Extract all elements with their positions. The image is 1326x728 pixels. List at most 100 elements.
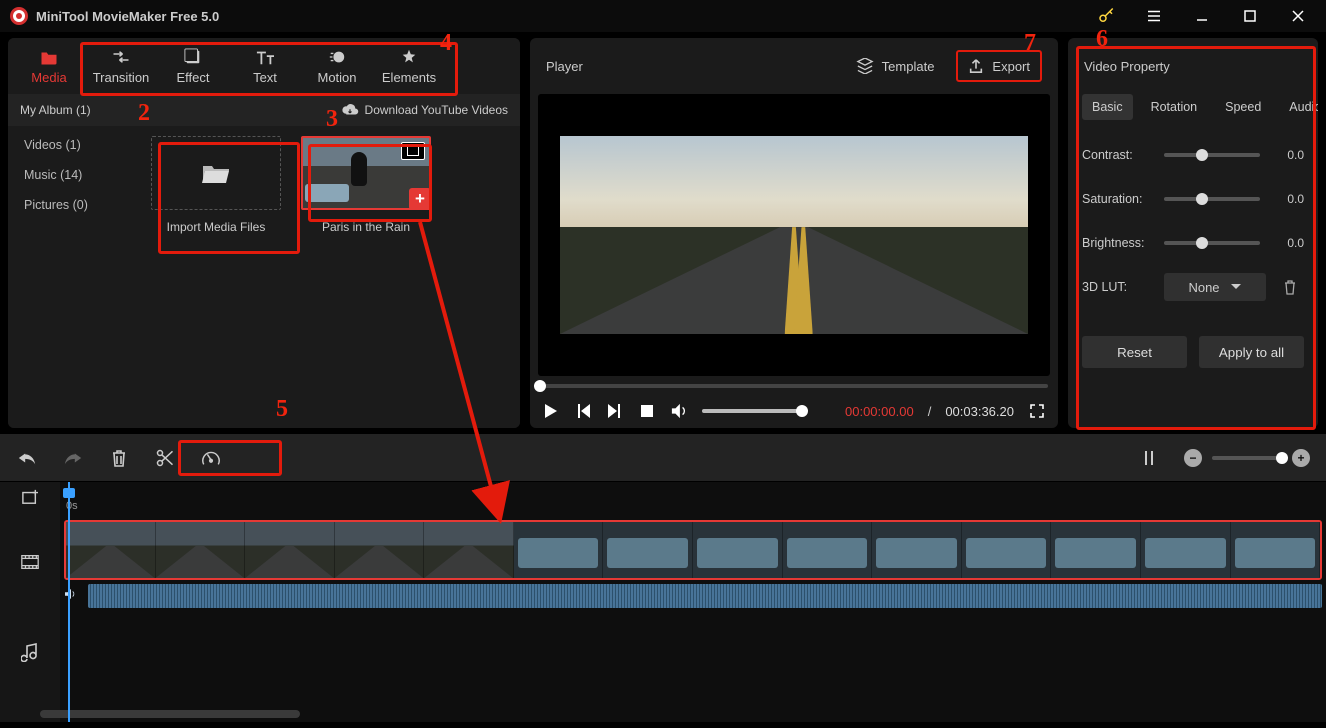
apply-all-button[interactable]: Apply to all (1199, 336, 1304, 368)
media-panel: Media Transition Effect Text (8, 38, 520, 428)
mode-tab-transition[interactable]: Transition (86, 41, 156, 91)
video-badge-icon (401, 142, 425, 160)
chevron-down-icon (1230, 283, 1242, 291)
add-clip-button[interactable]: + (409, 188, 431, 210)
playhead[interactable] (68, 482, 70, 722)
volume-slider[interactable] (702, 409, 802, 413)
volume-icon[interactable] (670, 402, 688, 420)
timeline-tracks[interactable]: 0s (60, 482, 1326, 722)
sidebar-item-pictures[interactable]: Pictures (0) (8, 190, 138, 220)
mode-label: Media (31, 70, 66, 85)
download-youtube-label: Download YouTube Videos (365, 103, 508, 117)
prop-tab-speed[interactable]: Speed (1215, 94, 1271, 120)
property-panel: Video Property Basic Rotation Speed Audi… (1068, 38, 1318, 428)
seek-bar[interactable] (530, 376, 1058, 396)
media-clip-card[interactable]: + Paris in the Rain (298, 136, 434, 234)
zoom-out-button[interactable]: − (1184, 449, 1202, 467)
maximize-button[interactable] (1230, 2, 1270, 30)
album-bar: My Album (1) Download YouTube Videos (8, 94, 520, 126)
lut-select[interactable]: None (1164, 273, 1266, 301)
album-label: My Album (1) (20, 103, 91, 117)
mode-tabs: Media Transition Effect Text (8, 38, 520, 94)
prop-tab-rotation[interactable]: Rotation (1141, 94, 1208, 120)
saturation-slider[interactable] (1164, 197, 1260, 201)
lut-delete-button[interactable] (1276, 279, 1304, 295)
fullscreen-button[interactable] (1028, 402, 1046, 420)
export-icon (968, 58, 984, 74)
mode-label: Effect (176, 70, 209, 85)
timeline-toolbar: − + (0, 434, 1326, 482)
clip-audio-icon (64, 588, 82, 600)
timeline-area: − + 0s (0, 434, 1326, 722)
prop-tab-audio[interactable]: Audio (1279, 94, 1318, 120)
lut-value: None (1188, 280, 1219, 295)
mode-tab-media[interactable]: Media (14, 41, 84, 91)
contrast-label: Contrast: (1082, 148, 1154, 162)
timeline-ruler[interactable]: 0s (60, 482, 1326, 512)
mode-tab-motion[interactable]: Motion (302, 41, 372, 91)
media-grid: Import Media Files + Paris in the Rain (138, 126, 520, 428)
zoom-slider[interactable] (1212, 456, 1282, 460)
speed-button[interactable] (200, 447, 222, 469)
video-preview[interactable] (538, 94, 1050, 376)
next-frame-button[interactable] (606, 402, 624, 420)
player-panel: Player Template Export (530, 38, 1058, 428)
mode-label: Text (253, 70, 277, 85)
add-track-button[interactable] (0, 482, 60, 512)
app-logo-icon (10, 7, 28, 25)
split-button[interactable] (154, 447, 176, 469)
brightness-value: 0.0 (1270, 236, 1304, 250)
redo-button[interactable] (62, 447, 84, 469)
import-media-card[interactable]: Import Media Files (148, 136, 284, 234)
folder-icon (40, 48, 58, 66)
export-label: Export (992, 59, 1030, 74)
close-button[interactable] (1278, 2, 1318, 30)
timeline-scrollbar[interactable] (40, 710, 1326, 718)
contrast-slider[interactable] (1164, 153, 1260, 157)
mode-tab-text[interactable]: Text (230, 41, 300, 91)
menu-icon[interactable] (1134, 2, 1174, 30)
player-controls: 00:00:00.00 / 00:03:36.20 (530, 396, 1058, 428)
prop-tab-basic[interactable]: Basic (1082, 94, 1133, 120)
saturation-value: 0.0 (1270, 192, 1304, 206)
mode-label: Elements (382, 70, 436, 85)
property-tabs: Basic Rotation Speed Audio (1082, 94, 1304, 120)
timeline-options-icon[interactable] (1138, 447, 1160, 469)
top-panels: Media Transition Effect Text (0, 32, 1326, 434)
current-time: 00:00:00.00 (845, 404, 914, 419)
folder-open-icon (201, 161, 231, 185)
stop-button[interactable] (638, 402, 656, 420)
mode-tab-effect[interactable]: Effect (158, 41, 228, 91)
elements-icon (400, 48, 418, 66)
export-button[interactable]: Export (956, 50, 1042, 82)
sidebar-item-music[interactable]: Music (14) (8, 160, 138, 190)
mode-label: Transition (93, 70, 150, 85)
download-youtube-button[interactable]: Download YouTube Videos (341, 103, 508, 117)
play-button[interactable] (542, 402, 560, 420)
effect-icon (184, 48, 202, 66)
reset-button[interactable]: Reset (1082, 336, 1187, 368)
template-icon (856, 58, 874, 74)
clip-thumbnail[interactable]: + (301, 136, 431, 210)
title-bar: MiniTool MovieMaker Free 5.0 (0, 0, 1326, 32)
undo-button[interactable] (16, 447, 38, 469)
zoom-in-button[interactable]: + (1292, 449, 1310, 467)
license-key-icon[interactable] (1086, 2, 1126, 30)
transition-icon (112, 48, 130, 66)
contrast-value: 0.0 (1270, 148, 1304, 162)
text-icon (256, 48, 274, 66)
zoom-control: − + (1184, 449, 1310, 467)
saturation-label: Saturation: (1082, 192, 1154, 206)
timeline-clip[interactable] (64, 520, 1322, 580)
minimize-button[interactable] (1182, 2, 1222, 30)
template-button[interactable]: Template (846, 52, 945, 80)
mode-tab-elements[interactable]: Elements (374, 41, 444, 91)
motion-icon (328, 48, 346, 66)
player-title: Player (546, 59, 583, 74)
brightness-slider[interactable] (1164, 241, 1260, 245)
sidebar-item-videos[interactable]: Videos (1) (8, 130, 138, 160)
delete-button[interactable] (108, 447, 130, 469)
video-track[interactable] (60, 512, 1326, 612)
clip-waveform (88, 584, 1322, 608)
prev-frame-button[interactable] (574, 402, 592, 420)
